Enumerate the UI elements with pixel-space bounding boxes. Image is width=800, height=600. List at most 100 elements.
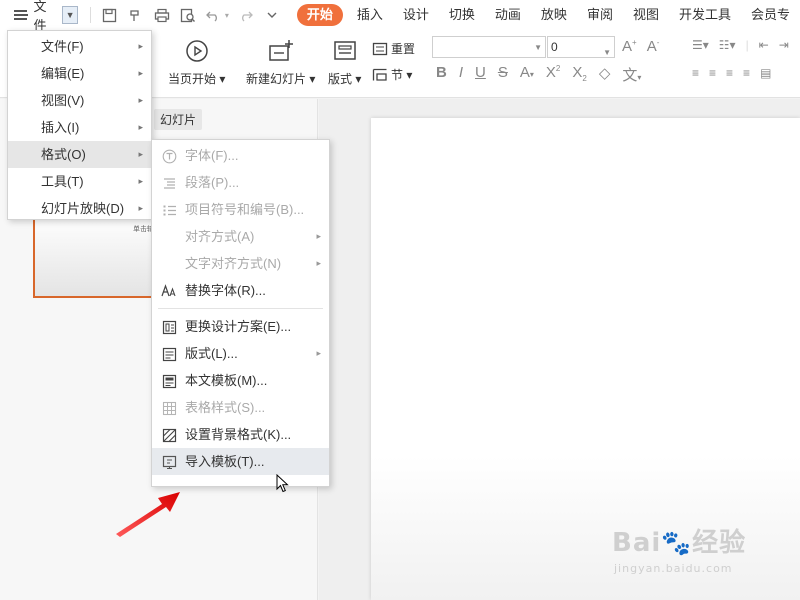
subscript-icon[interactable]: X2 xyxy=(572,64,586,85)
menu-item-layout[interactable]: 版式(L)... ▸ xyxy=(152,340,329,367)
print-icon[interactable] xyxy=(153,6,171,24)
hamburger-icon[interactable] xyxy=(14,10,29,20)
chevron-right-icon: ▸ xyxy=(138,149,143,159)
menu-item-tools[interactable]: 工具(T) ▸ xyxy=(8,168,151,195)
play-from-current-label: 当页开始 ▾ xyxy=(168,72,226,86)
underline-icon[interactable]: U xyxy=(475,64,486,85)
tab-developer[interactable]: 开发工具 xyxy=(669,0,741,30)
paragraph-row: ☰▾ ☷▾ | ⇤ ⇥ xyxy=(692,38,789,52)
align-left-icon[interactable]: ≡ xyxy=(692,66,699,80)
tab-view[interactable]: 视图 xyxy=(623,0,669,30)
file-dropdown-button[interactable]: ▼ xyxy=(62,6,78,24)
menu-divider xyxy=(158,308,323,309)
redo-icon[interactable] xyxy=(237,6,255,24)
menu-item-background-format[interactable]: 设置背景格式(K)... xyxy=(152,421,329,448)
menu-item-table-style[interactable]: 表格样式(S)... xyxy=(152,394,329,421)
new-slide-button[interactable]: 新建幻灯片 ▾ xyxy=(246,38,315,87)
format-painter-icon[interactable] xyxy=(127,6,145,24)
file-menu-button[interactable]: 文件 xyxy=(33,0,58,34)
new-slide-label: 新建幻灯片 ▾ xyxy=(246,72,316,86)
slide-thumbnail[interactable]: 单击输 xyxy=(33,212,157,298)
align-center-icon[interactable]: ≡ xyxy=(709,66,716,80)
font-t-icon xyxy=(161,148,177,164)
menu-item-edit[interactable]: 编辑(E) ▸ xyxy=(8,60,151,87)
watermark-url: jingyan.baidu.com xyxy=(614,562,733,575)
divider: | xyxy=(745,38,749,52)
menu-item-file[interactable]: 文件(F) ▸ xyxy=(8,33,151,60)
layout-label: 版式 ▾ xyxy=(328,72,362,86)
clear-format-icon[interactable]: ◇ xyxy=(599,64,611,85)
main-menu: 文件(F) ▸ 编辑(E) ▸ 视图(V) ▸ 插入(I) ▸ 格式(O) ▸ 工具(T)… xyxy=(7,30,152,220)
quick-access-toolbar: ▾ xyxy=(88,0,281,30)
tab-insert[interactable]: 插入 xyxy=(347,0,393,30)
template-icon xyxy=(161,373,177,389)
play-circle-icon xyxy=(184,38,210,64)
play-from-current-button[interactable]: 当页开始 ▾ xyxy=(168,38,225,87)
menu-item-paragraph[interactable]: 段落(P)... xyxy=(152,169,329,196)
mouse-cursor xyxy=(276,473,290,497)
menu-item-import-template[interactable]: 导入模板(T)... xyxy=(152,448,329,475)
phonetic-icon[interactable]: 文▾ xyxy=(622,64,641,85)
layout-button[interactable]: 版式 ▾ xyxy=(328,38,361,87)
design-scheme-icon xyxy=(161,319,177,335)
undo-dropdown-icon[interactable]: ▾ xyxy=(225,11,229,20)
superscript-icon[interactable]: X2 xyxy=(546,64,560,85)
table-style-icon xyxy=(161,400,177,416)
menu-item-text-alignment[interactable]: 文字对齐方式(N) ▸ xyxy=(152,250,329,277)
menu-item-bullets[interactable]: 项目符号和编号(B)... xyxy=(152,196,329,223)
tab-transitions[interactable]: 切换 xyxy=(439,0,485,30)
tab-home[interactable]: 开始 xyxy=(296,4,343,26)
menu-item-font[interactable]: 字体(F)... xyxy=(152,142,329,169)
italic-icon[interactable]: I xyxy=(459,64,463,85)
print-preview-icon[interactable] xyxy=(179,6,197,24)
font-size-buttons: A+ A- xyxy=(622,38,659,55)
increase-indent-icon[interactable]: ⇥ xyxy=(779,38,789,52)
undo-icon[interactable] xyxy=(205,6,223,24)
align-right-icon[interactable]: ≡ xyxy=(726,66,733,80)
section-icon xyxy=(372,68,387,81)
menu-item-alignment[interactable]: 对齐方式(A) ▸ xyxy=(152,223,329,250)
chevron-right-icon: ▸ xyxy=(316,258,321,268)
tab-design[interactable]: 设计 xyxy=(393,0,439,30)
menu-item-view[interactable]: 视图(V) ▸ xyxy=(8,87,151,114)
tab-review[interactable]: 审阅 xyxy=(577,0,623,30)
layout-icon xyxy=(332,38,358,64)
tab-slideshow[interactable]: 放映 xyxy=(531,0,577,30)
font-color-icon[interactable]: A▾ xyxy=(520,64,534,85)
divider xyxy=(89,7,91,23)
import-template-icon xyxy=(161,454,177,470)
format-submenu: 字体(F)... 段落(P)... 项目符号和编号(B)... 对齐方式(A) ▸… xyxy=(151,139,330,487)
decrease-font-icon[interactable]: A- xyxy=(647,38,660,55)
font-name-select[interactable]: ▼ xyxy=(432,36,546,58)
chevron-down-icon: ▼ xyxy=(534,43,542,52)
ribbon-tabs: 开始 插入 设计 切换 动画 放映 审阅 视图 开发工具 会员专 xyxy=(293,0,800,30)
menu-item-replace-font[interactable]: 替换字体(R)... xyxy=(152,277,329,304)
tab-animations[interactable]: 动画 xyxy=(485,0,531,30)
menu-item-format[interactable]: 格式(O) ▸ xyxy=(8,141,151,168)
menu-item-text-template[interactable]: 本文模板(M)... xyxy=(152,367,329,394)
strikethrough-icon[interactable]: S xyxy=(498,64,508,85)
decrease-indent-icon[interactable]: ⇤ xyxy=(759,38,769,52)
baidu-watermark: Bai🐾经验 jingyan.baidu.com xyxy=(612,522,746,575)
save-icon[interactable] xyxy=(101,6,119,24)
numbered-list-icon[interactable]: ☷▾ xyxy=(719,38,736,52)
bullet-list-icon xyxy=(161,202,177,218)
reset-button[interactable]: 重置 xyxy=(372,40,415,57)
customize-toolbar-icon[interactable] xyxy=(263,6,281,24)
paragraph-icon xyxy=(161,175,177,191)
section-label: 节 ▾ xyxy=(391,68,413,82)
chevron-right-icon: ▸ xyxy=(138,176,143,186)
section-button[interactable]: 节 ▾ xyxy=(372,66,412,83)
tab-member[interactable]: 会员专 xyxy=(741,0,800,30)
menu-item-insert[interactable]: 插入(I) ▸ xyxy=(8,114,151,141)
panel-tab-slides[interactable]: 幻灯片 xyxy=(154,109,203,130)
font-size-select[interactable]: 0 ▼ xyxy=(547,36,615,58)
menu-item-change-design[interactable]: 更换设计方案(E)... xyxy=(152,313,329,340)
justify-icon[interactable]: ≡ xyxy=(743,66,750,80)
bullet-list-icon[interactable]: ☰▾ xyxy=(692,38,709,52)
distribute-icon[interactable]: ▤ xyxy=(760,66,771,80)
reset-icon xyxy=(372,42,388,55)
menu-item-slideshow[interactable]: 幻灯片放映(D) ▸ xyxy=(8,195,151,222)
bold-icon[interactable]: B xyxy=(436,64,447,85)
increase-font-icon[interactable]: A+ xyxy=(622,38,637,55)
